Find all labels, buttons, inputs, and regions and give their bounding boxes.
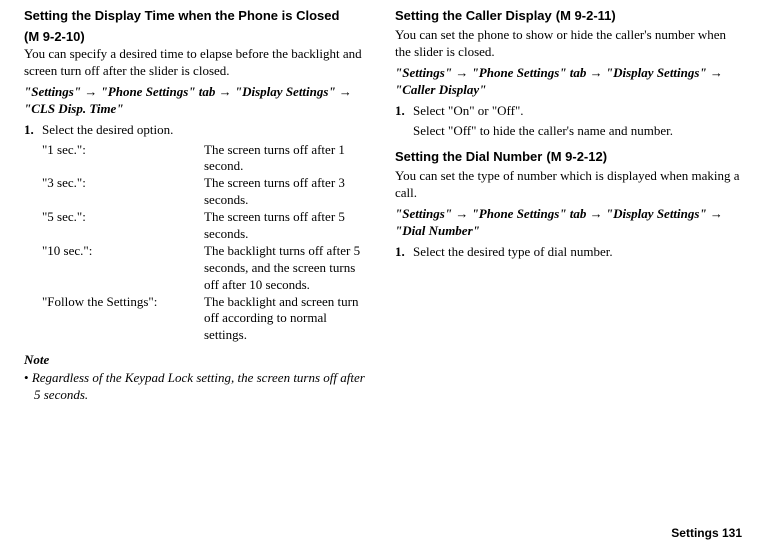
step-number: 1. — [395, 244, 413, 260]
menu-code: (M 9-2-10) — [24, 29, 85, 44]
step-subtext: Select "Off" to hide the caller's name a… — [413, 123, 742, 140]
intro-text: You can set the phone to show or hide th… — [395, 27, 742, 61]
step-number: 1. — [24, 122, 42, 138]
option-key: "3 sec.": — [42, 175, 204, 209]
nav-segment: "Display Settings" — [606, 65, 707, 80]
section-dial-number: Setting the Dial Number (M 9-2-12) You c… — [395, 149, 742, 260]
option-row: "10 sec.": The backlight turns off after… — [42, 243, 371, 294]
step-item: 1. Select the desired type of dial numbe… — [395, 244, 742, 260]
option-key: "10 sec.": — [42, 243, 204, 294]
section-title: Setting the Display Time when the Phone … — [24, 8, 339, 23]
option-value: The backlight turns off after 5 seconds,… — [204, 243, 371, 294]
arrow-icon: → — [84, 84, 97, 99]
arrow-icon: → — [339, 84, 352, 99]
nav-segment: "Phone Settings" tab — [101, 84, 216, 99]
option-value: The screen turns off after 1 second. — [204, 142, 371, 176]
arrow-icon: → — [455, 206, 468, 221]
step-text: Select the desired option. — [42, 122, 371, 138]
nav-segment: "Settings" — [24, 84, 81, 99]
option-key: "Follow the Settings": — [42, 294, 204, 345]
nav-segment: "Settings" — [395, 206, 452, 221]
step-item: 1. Select the desired option. — [24, 122, 371, 138]
options-list: "1 sec.": The screen turns off after 1 s… — [42, 142, 371, 345]
step-number: 1. — [395, 103, 413, 119]
arrow-icon: → — [710, 206, 723, 221]
nav-path: "Settings" → "Phone Settings" tab → "Dis… — [395, 65, 742, 99]
step-text: Select "On" or "Off". — [413, 103, 742, 119]
nav-segment: "Dial Number" — [395, 223, 480, 238]
section-display-time: Setting the Display Time when the Phone … — [24, 8, 371, 404]
right-column: Setting the Caller Display (M 9-2-11) Yo… — [395, 8, 742, 414]
option-row: "3 sec.": The screen turns off after 3 s… — [42, 175, 371, 209]
option-row: "Follow the Settings": The backlight and… — [42, 294, 371, 345]
section-title: Setting the Caller Display — [395, 8, 552, 23]
left-column: Setting the Display Time when the Phone … — [24, 8, 371, 414]
option-value: The screen turns off after 5 seconds. — [204, 209, 371, 243]
arrow-icon: → — [590, 65, 603, 80]
nav-path: "Settings" → "Phone Settings" tab → "Dis… — [24, 84, 371, 118]
step-text: Select the desired type of dial number. — [413, 244, 742, 260]
nav-segment: "Display Settings" — [606, 206, 707, 221]
step-item: 1. Select "On" or "Off". — [395, 103, 742, 119]
arrow-icon: → — [219, 84, 232, 99]
option-value: The screen turns off after 3 seconds. — [204, 175, 371, 209]
nav-segment: "Caller Display" — [395, 82, 486, 97]
option-key: "5 sec.": — [42, 209, 204, 243]
menu-code: (M 9-2-11) — [556, 8, 616, 23]
section-title: Setting the Dial Number — [395, 149, 542, 164]
nav-segment: "Settings" — [395, 65, 452, 80]
page-footer: Settings 131 — [671, 526, 742, 540]
note-text: Regardless of the Keypad Lock setting, t… — [32, 370, 365, 402]
nav-path: "Settings" → "Phone Settings" tab → "Dis… — [395, 206, 742, 240]
intro-text: You can specify a desired time to elapse… — [24, 46, 371, 80]
section-caller-display: Setting the Caller Display (M 9-2-11) Yo… — [395, 8, 742, 139]
note-body: • Regardless of the Keypad Lock setting,… — [34, 370, 371, 404]
intro-text: You can set the type of number which is … — [395, 168, 742, 202]
note-title: Note — [24, 352, 371, 368]
option-key: "1 sec.": — [42, 142, 204, 176]
arrow-icon: → — [455, 65, 468, 80]
arrow-icon: → — [710, 65, 723, 80]
option-row: "1 sec.": The screen turns off after 1 s… — [42, 142, 371, 176]
bullet-icon: • — [24, 370, 32, 385]
nav-segment: "Display Settings" — [235, 84, 336, 99]
arrow-icon: → — [590, 206, 603, 221]
menu-code: (M 9-2-12) — [546, 149, 607, 164]
option-value: The backlight and screen turn off accord… — [204, 294, 371, 345]
nav-segment: "Phone Settings" tab — [472, 65, 587, 80]
nav-segment: "Phone Settings" tab — [472, 206, 587, 221]
option-row: "5 sec.": The screen turns off after 5 s… — [42, 209, 371, 243]
nav-segment: "CLS Disp. Time" — [24, 101, 124, 116]
